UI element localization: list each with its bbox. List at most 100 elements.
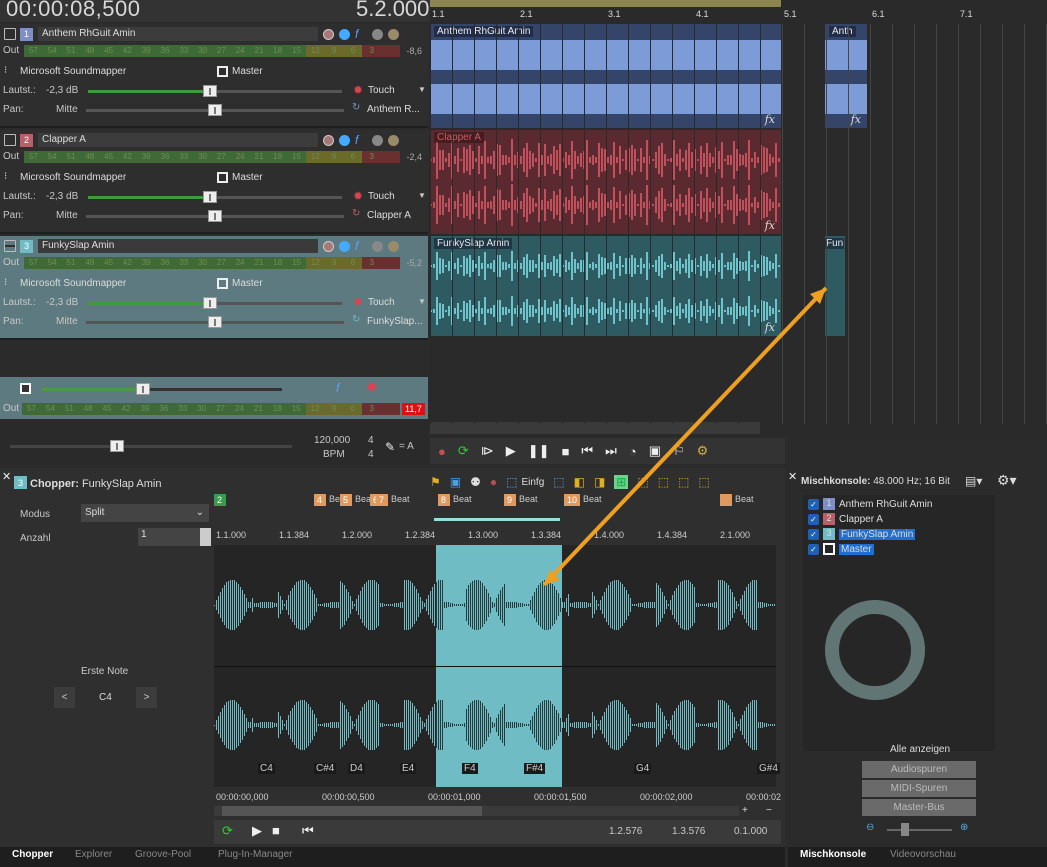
anzahl-stepper[interactable] — [200, 528, 211, 546]
routing-target[interactable]: Anthem R... — [367, 104, 420, 115]
automation-icon[interactable]: ✹ — [353, 189, 363, 203]
zoom-out-icon[interactable]: − — [766, 805, 772, 816]
fx-icon[interactable]: fx — [765, 113, 775, 126]
output-device[interactable]: Microsoft Soundmapper — [20, 278, 126, 289]
note-next-button[interactable]: > — [136, 687, 157, 708]
fx-icon[interactable]: f — [355, 239, 358, 253]
clip-anthem-2[interactable]: Anth fx — [825, 24, 867, 128]
zoom-in-icon[interactable]: ⊕ — [960, 822, 968, 833]
track-expand-icon[interactable] — [4, 28, 16, 40]
dropdown-arrow-icon[interactable]: ▼ — [418, 297, 426, 306]
fx-icon[interactable]: fx — [851, 113, 861, 126]
solo-icon[interactable] — [388, 134, 400, 146]
solo-icon[interactable] — [388, 28, 400, 40]
record-arm-icon[interactable] — [323, 28, 334, 40]
zoom-thumb[interactable] — [110, 440, 124, 452]
dropdown-arrow-icon[interactable]: ▼ — [418, 85, 426, 94]
automation-icon[interactable]: ✹ — [366, 379, 378, 396]
mixer-zoom-thumb[interactable] — [901, 823, 909, 836]
track-header[interactable]: 2 Clapper Af Out 57 54 51 48 45 42 39 36 33 30 27 24 21… — [0, 130, 428, 234]
pan-thumb[interactable] — [208, 210, 222, 222]
monitor-icon[interactable] — [339, 28, 350, 40]
master-volume-thumb[interactable] — [135, 383, 150, 395]
bus-label[interactable]: Master — [232, 278, 263, 289]
play-icon[interactable]: ▶ — [506, 443, 516, 459]
bus-label[interactable]: Master — [232, 66, 263, 77]
zoom-out-icon[interactable]: ⊖ — [866, 822, 874, 833]
mute-icon[interactable] — [372, 134, 384, 146]
bus-label[interactable]: Master — [232, 172, 263, 183]
track-expand-icon[interactable] — [4, 240, 16, 252]
output-device[interactable]: Microsoft Soundmapper — [20, 66, 126, 77]
tab-plugin-manager[interactable]: Plug-In-Manager — [218, 849, 292, 860]
selection-start[interactable]: 1.2.576 — [609, 826, 642, 837]
pan-thumb[interactable] — [208, 104, 222, 116]
monitor-icon[interactable] — [339, 240, 350, 252]
volume-value[interactable]: -2,3 dB — [46, 191, 78, 202]
slice-marker[interactable]: 8 Beat — [438, 494, 472, 506]
volume-thumb[interactable] — [203, 85, 218, 97]
tuning-value[interactable]: = A — [399, 441, 414, 452]
selection-length[interactable]: 0.1.000 — [734, 826, 767, 837]
routing-target[interactable]: FunkySlap... — [367, 316, 423, 327]
stop-icon[interactable]: ■ — [272, 823, 280, 838]
chopper-scrollbar[interactable] — [214, 806, 739, 816]
record-icon[interactable]: ● — [490, 475, 497, 489]
time-sig-bottom[interactable]: 4 — [368, 449, 374, 460]
layout-icon[interactable]: ▤▾ — [965, 474, 982, 488]
tab-chopper[interactable]: Chopper — [12, 849, 53, 860]
insert-icon[interactable]: ⬚ — [506, 475, 517, 489]
automation-icon[interactable]: ✹ — [353, 83, 363, 97]
tab-mixer[interactable]: Mischkonsole — [800, 849, 866, 860]
zoom-slider[interactable] — [10, 445, 292, 448]
track-name-field[interactable]: Anthem RhGuit Amin — [38, 27, 318, 41]
automation-mode[interactable]: Touch — [368, 85, 395, 96]
record-icon[interactable]: ● — [438, 444, 446, 459]
solo-icon[interactable] — [388, 240, 400, 252]
bpm-value[interactable]: 120,000 — [314, 435, 350, 446]
save-icon[interactable]: ▣ — [450, 475, 461, 489]
play-icon[interactable]: ▶ — [252, 823, 262, 839]
anzahl-input[interactable]: 1 — [138, 528, 200, 546]
volume-value[interactable]: -2,3 dB — [46, 297, 78, 308]
automation-mode[interactable]: Touch — [368, 191, 395, 202]
routing-target[interactable]: Clapper A — [367, 210, 411, 221]
loop-range[interactable] — [430, 0, 781, 7]
track-expand-icon[interactable] — [4, 134, 16, 146]
add-marker-icon[interactable]: ⚑ — [430, 475, 441, 489]
loop-icon[interactable]: ⟳ — [458, 443, 469, 459]
track-name-field[interactable]: Clapper A — [38, 133, 318, 147]
gear-icon[interactable]: ⚙▾ — [997, 472, 1017, 489]
zoom-in-icon[interactable]: + — [742, 805, 748, 816]
volume-thumb[interactable] — [203, 191, 218, 203]
fx-icon[interactable]: fx — [765, 219, 775, 232]
audio-tracks-button[interactable]: Audiospuren — [862, 761, 976, 778]
mute-icon[interactable] — [372, 240, 384, 252]
dropdown-arrow-icon[interactable]: ▼ — [418, 191, 426, 200]
selection-end[interactable]: 1.3.576 — [672, 826, 705, 837]
pan-value[interactable]: Mitte — [56, 104, 78, 115]
pan-thumb[interactable] — [208, 316, 222, 328]
monitor-icon[interactable] — [339, 134, 350, 146]
loop-icon[interactable]: ⟳ — [222, 823, 233, 839]
slice-marker[interactable]: 2 — [214, 494, 229, 506]
fx-icon[interactable]: f — [336, 381, 339, 395]
automation-mode[interactable]: Touch — [368, 297, 395, 308]
time-sig-top[interactable]: 4 — [368, 435, 374, 446]
mixer-zoom-slider[interactable] — [887, 829, 952, 831]
go-start-icon[interactable]: ⏮ — [302, 823, 314, 839]
fx-icon[interactable]: f — [355, 27, 358, 41]
output-device[interactable]: Microsoft Soundmapper — [20, 172, 126, 183]
fx-icon[interactable]: f — [355, 133, 358, 147]
master-bus-button[interactable]: Master-Bus — [862, 799, 976, 816]
midi-tracks-button[interactable]: MIDI-Spuren — [862, 780, 976, 797]
automation-icon[interactable]: ✹ — [353, 295, 363, 309]
tab-groove-pool[interactable]: Groove-Pool — [135, 849, 191, 860]
track-header[interactable]: 1 Anthem RhGuit Amin f Out 57 54 51 48 45 42 39 36 3… — [0, 24, 428, 128]
mute-icon[interactable] — [372, 28, 384, 40]
tuning-fork-icon[interactable]: ✎ — [385, 440, 395, 454]
tab-video-preview[interactable]: Videovorschau — [890, 849, 956, 860]
modus-select[interactable]: Split ⌄ — [81, 504, 209, 522]
slice-icon[interactable]: ⚉ — [470, 475, 481, 489]
close-icon[interactable]: ✕ — [2, 470, 11, 483]
